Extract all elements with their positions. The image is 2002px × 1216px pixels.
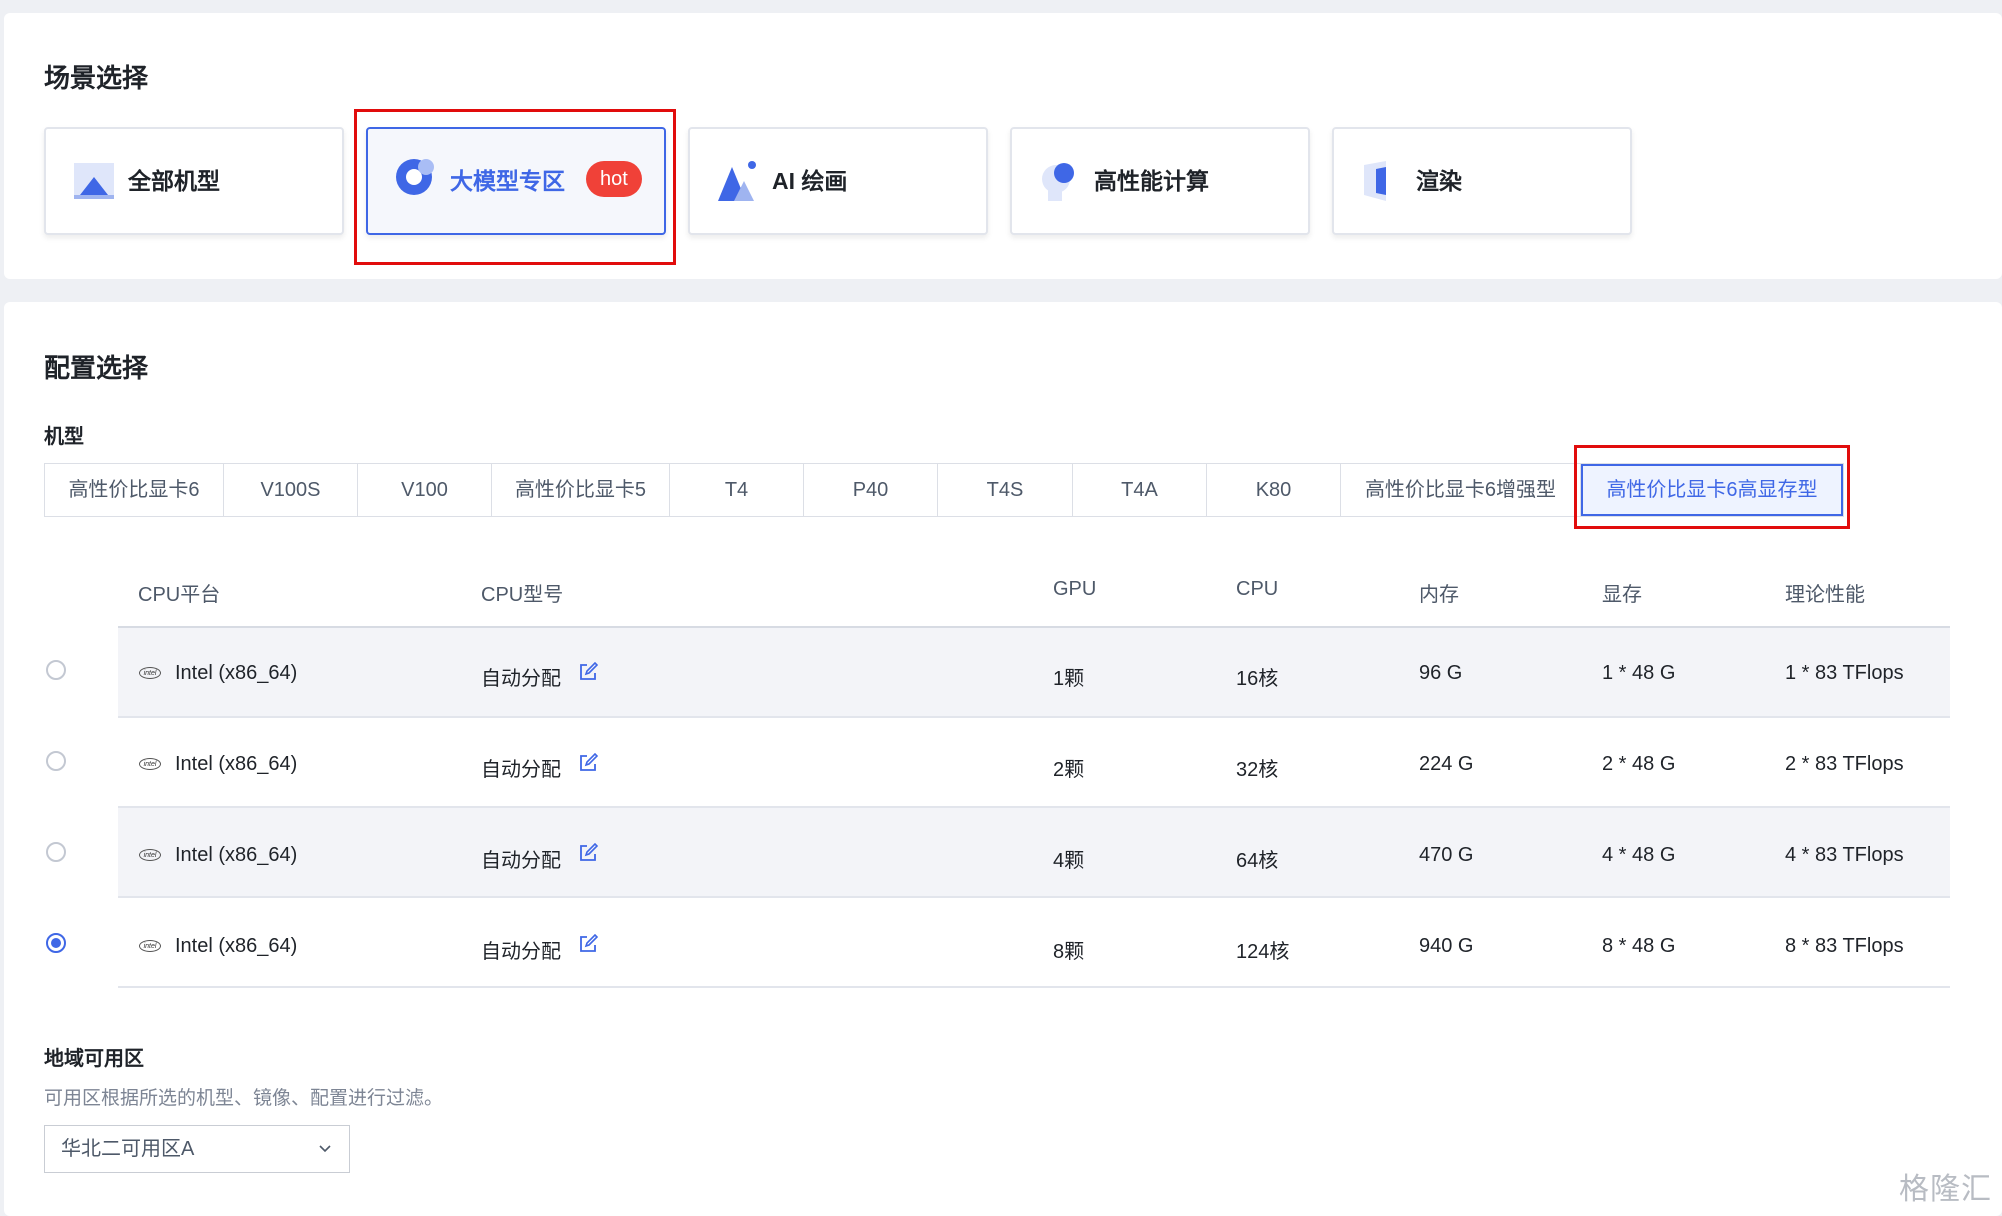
tab-model-3[interactable]: 高性价比显卡5 bbox=[492, 464, 670, 516]
config-title: 配置选择 bbox=[44, 353, 149, 383]
cell-cpu-platform: Intel (x86_64) bbox=[175, 662, 298, 684]
tab-model-0[interactable]: 高性价比显卡6 bbox=[45, 464, 224, 516]
cell-memory: 470 G bbox=[1419, 844, 1474, 866]
tab-model-7[interactable]: T4A bbox=[1073, 464, 1207, 516]
col-header-performance: 理论性能 bbox=[1785, 584, 1865, 606]
watermark: 格隆汇 bbox=[1899, 1173, 1992, 1206]
cell-cpu-platform: Intel (x86_64) bbox=[175, 753, 298, 775]
edit-icon[interactable] bbox=[578, 662, 598, 682]
tab-model-4[interactable]: T4 bbox=[670, 464, 804, 516]
row-radio[interactable] bbox=[46, 751, 66, 771]
intel-logo-icon: intel bbox=[139, 667, 161, 679]
intel-logo-icon: intel bbox=[139, 758, 161, 770]
cell-cpu-model: 自动分配 bbox=[481, 759, 561, 781]
edit-icon[interactable] bbox=[578, 753, 598, 773]
scene-card-label: AI 绘画 bbox=[772, 168, 848, 194]
tab-model-1[interactable]: V100S bbox=[224, 464, 358, 516]
intel-logo-icon: intel bbox=[139, 849, 161, 861]
cell-performance: 2 * 83 TFlops bbox=[1785, 753, 1904, 775]
chevron-down-icon bbox=[319, 1145, 331, 1153]
zone-select-value: 华北二可用区A bbox=[61, 1138, 195, 1160]
cell-cpu-model: 自动分配 bbox=[481, 850, 561, 872]
col-header-cpu-model: CPU型号 bbox=[481, 584, 564, 606]
model-label: 机型 bbox=[44, 426, 84, 448]
col-header-cpu: CPU bbox=[1236, 578, 1279, 600]
row-radio[interactable] bbox=[46, 842, 66, 862]
tab-model-9[interactable]: 高性价比显卡6增强型 bbox=[1341, 464, 1581, 516]
scene-card-label: 渲染 bbox=[1416, 168, 1462, 194]
cell-vram: 8 * 48 G bbox=[1602, 935, 1676, 957]
scene-card-all-models[interactable]: 全部机型 bbox=[44, 127, 344, 235]
cell-gpu: 8颗 bbox=[1053, 941, 1085, 963]
row-radio-selected[interactable] bbox=[46, 933, 66, 953]
col-header-gpu: GPU bbox=[1053, 578, 1097, 600]
cell-cpu-platform: Intel (x86_64) bbox=[175, 935, 298, 957]
col-header-vram: 显存 bbox=[1602, 584, 1642, 606]
render-icon bbox=[1364, 161, 1386, 201]
scene-card-ai-painting[interactable]: AI 绘画 bbox=[688, 127, 988, 235]
cell-gpu: 1颗 bbox=[1053, 668, 1085, 690]
cell-performance: 1 * 83 TFlops bbox=[1785, 662, 1904, 684]
col-header-memory: 内存 bbox=[1419, 584, 1459, 606]
scene-card-render[interactable]: 渲染 bbox=[1332, 127, 1632, 235]
tab-model-6[interactable]: T4S bbox=[938, 464, 1073, 516]
tab-model-2[interactable]: V100 bbox=[358, 464, 492, 516]
edit-icon[interactable] bbox=[578, 843, 598, 863]
cell-cpu-model: 自动分配 bbox=[481, 668, 561, 690]
intel-logo-icon: intel bbox=[139, 940, 161, 952]
cell-cpu-platform: Intel (x86_64) bbox=[175, 844, 298, 866]
scene-card-label: 高性能计算 bbox=[1094, 168, 1209, 194]
cell-cpu: 32核 bbox=[1236, 759, 1279, 781]
cell-cpu: 124核 bbox=[1236, 941, 1290, 963]
cell-cpu: 64核 bbox=[1236, 850, 1279, 872]
region-hint: 可用区根据所选的机型、镜像、配置进行过滤。 bbox=[44, 1088, 444, 1109]
cell-memory: 940 G bbox=[1419, 935, 1474, 957]
region-label: 地域可用区 bbox=[44, 1048, 144, 1070]
cell-vram: 2 * 48 G bbox=[1602, 753, 1676, 775]
cell-performance: 8 * 83 TFlops bbox=[1785, 935, 1904, 957]
highlight-box-tab bbox=[1574, 445, 1850, 529]
cell-vram: 1 * 48 G bbox=[1602, 662, 1676, 684]
cell-memory: 224 G bbox=[1419, 753, 1474, 775]
edit-icon[interactable] bbox=[578, 934, 598, 954]
hpc-icon bbox=[1042, 163, 1074, 201]
scene-card-hpc[interactable]: 高性能计算 bbox=[1010, 127, 1310, 235]
tab-model-5[interactable]: P40 bbox=[804, 464, 938, 516]
cell-gpu: 4颗 bbox=[1053, 850, 1085, 872]
tab-model-8[interactable]: K80 bbox=[1207, 464, 1341, 516]
cell-cpu-model: 自动分配 bbox=[481, 941, 561, 963]
zone-select[interactable]: 华北二可用区A bbox=[44, 1125, 350, 1173]
ai-painting-icon bbox=[718, 161, 756, 201]
all-models-icon bbox=[74, 163, 114, 199]
cell-vram: 4 * 48 G bbox=[1602, 844, 1676, 866]
col-header-cpu-platform: CPU平台 bbox=[138, 584, 221, 606]
cell-memory: 96 G bbox=[1419, 662, 1463, 684]
cell-gpu: 2颗 bbox=[1053, 759, 1085, 781]
cell-performance: 4 * 83 TFlops bbox=[1785, 844, 1904, 866]
scene-card-label: 全部机型 bbox=[128, 168, 220, 194]
highlight-box-large-model bbox=[354, 109, 676, 265]
scene-title: 场景选择 bbox=[44, 63, 149, 93]
cell-cpu: 16核 bbox=[1236, 668, 1279, 690]
row-radio[interactable] bbox=[46, 660, 66, 680]
